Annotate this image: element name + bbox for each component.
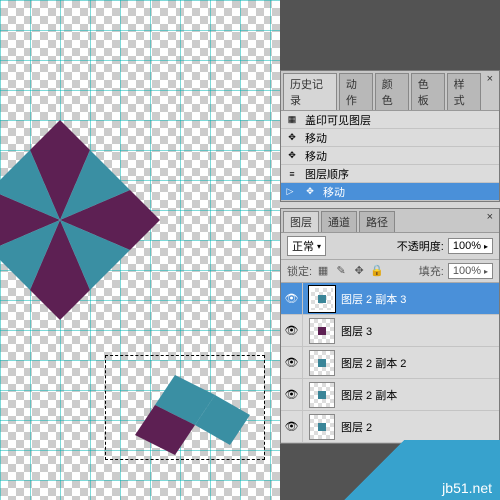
- tab-actions[interactable]: 动作: [339, 73, 373, 110]
- history-item[interactable]: ▦ 盖印可见图层: [281, 111, 499, 129]
- play-marker-icon: ▷: [283, 185, 297, 199]
- layer-row[interactable]: 👁 图层 2: [281, 411, 499, 443]
- history-label: 移动: [305, 148, 327, 164]
- layer-name[interactable]: 图层 2: [341, 419, 372, 435]
- visibility-toggle[interactable]: 👁: [281, 283, 303, 314]
- move-icon: ✥: [285, 149, 299, 163]
- tab-color[interactable]: 颜色: [375, 73, 409, 110]
- chevron-right-icon: ▸: [484, 267, 488, 276]
- history-list: ▦ 盖印可见图层 ✥ 移动 ✥ 移动 ≡ 图层顺序 ▷ ✥ 移动: [281, 111, 499, 201]
- tab-styles[interactable]: 样式: [447, 73, 481, 110]
- history-item[interactable]: ✥ 移动: [281, 129, 499, 147]
- watermark: jb51.net: [300, 440, 500, 500]
- history-label: 图层顺序: [305, 166, 349, 182]
- opacity-label: 不透明度:: [397, 238, 444, 254]
- fill-input[interactable]: 100%▸: [448, 263, 493, 279]
- layer-thumbnail[interactable]: [309, 382, 335, 408]
- tab-channels[interactable]: 通道: [321, 211, 357, 232]
- move-icon: ✥: [285, 131, 299, 145]
- layer-row[interactable]: 👁 图层 2 副本 2: [281, 347, 499, 379]
- chevron-right-icon: ▸: [484, 242, 488, 251]
- layer-order-icon: ≡: [285, 167, 299, 181]
- history-item[interactable]: ≡ 图层顺序: [281, 165, 499, 183]
- tab-paths[interactable]: 路径: [359, 211, 395, 232]
- history-label: 移动: [323, 184, 345, 200]
- history-panel: 历史记录 动作 颜色 色板 样式 × ▦ 盖印可见图层 ✥ 移动 ✥ 移动 ≡ …: [280, 70, 500, 202]
- layer-row[interactable]: 👁 图层 2 副本: [281, 379, 499, 411]
- eye-icon: 👁: [285, 292, 299, 305]
- tab-swatches[interactable]: 色板: [411, 73, 445, 110]
- eye-icon: 👁: [285, 420, 299, 433]
- visibility-toggle[interactable]: 👁: [281, 347, 303, 378]
- blend-mode-select[interactable]: 正常▾: [287, 236, 326, 256]
- layer-name[interactable]: 图层 2 副本: [341, 387, 397, 403]
- lock-position-icon[interactable]: ✥: [352, 264, 366, 278]
- transform-box[interactable]: [105, 355, 265, 460]
- visibility-toggle[interactable]: 👁: [281, 411, 303, 442]
- lock-transparency-icon[interactable]: ▦: [316, 264, 330, 278]
- history-label: 移动: [305, 130, 327, 146]
- chevron-down-icon: ▾: [317, 242, 321, 251]
- close-icon[interactable]: ×: [483, 211, 497, 232]
- layer-thumbnail[interactable]: [309, 414, 335, 440]
- tab-layers[interactable]: 图层: [283, 211, 319, 232]
- fill-label: 填充:: [419, 263, 444, 279]
- visibility-toggle[interactable]: 👁: [281, 315, 303, 346]
- layer-thumbnail[interactable]: [309, 318, 335, 344]
- close-icon[interactable]: ×: [483, 73, 497, 110]
- history-label: 盖印可见图层: [305, 112, 371, 128]
- layer-list: 👁 图层 2 副本 3 👁 图层 3 👁 图层 2 副本 2 👁 图层 2 副本: [281, 283, 499, 443]
- layers-tabs: 图层 通道 路径 ×: [281, 209, 499, 233]
- merge-visible-icon: ▦: [285, 113, 299, 127]
- visibility-toggle[interactable]: 👁: [281, 379, 303, 410]
- layers-panel: 图层 通道 路径 × 正常▾ 不透明度: 100%▸ 锁定: ▦ ✎ ✥ 🔒 填…: [280, 208, 500, 444]
- layer-row[interactable]: 👁 图层 2 副本 3: [281, 283, 499, 315]
- layer-name[interactable]: 图层 2 副本 2: [341, 355, 406, 371]
- opacity-input[interactable]: 100%▸: [448, 238, 493, 254]
- canvas-area[interactable]: [0, 0, 280, 500]
- layer-name[interactable]: 图层 3: [341, 323, 372, 339]
- history-tabs: 历史记录 动作 颜色 色板 样式 ×: [281, 71, 499, 111]
- tab-history[interactable]: 历史记录: [283, 73, 337, 110]
- lock-all-icon[interactable]: 🔒: [370, 264, 384, 278]
- layer-thumbnail[interactable]: [309, 286, 335, 312]
- lock-label: 锁定:: [287, 263, 312, 279]
- history-item[interactable]: ✥ 移动: [281, 147, 499, 165]
- layer-row[interactable]: 👁 图层 3: [281, 315, 499, 347]
- eye-icon: 👁: [285, 324, 299, 337]
- lock-paint-icon[interactable]: ✎: [334, 264, 348, 278]
- eye-icon: 👁: [285, 388, 299, 401]
- layer-thumbnail[interactable]: [309, 350, 335, 376]
- eye-icon: 👁: [285, 356, 299, 369]
- history-item[interactable]: ▷ ✥ 移动: [281, 183, 499, 201]
- layer-name[interactable]: 图层 2 副本 3: [341, 291, 406, 307]
- move-icon: ✥: [303, 185, 317, 199]
- pinwheel-shape[interactable]: [0, 120, 160, 320]
